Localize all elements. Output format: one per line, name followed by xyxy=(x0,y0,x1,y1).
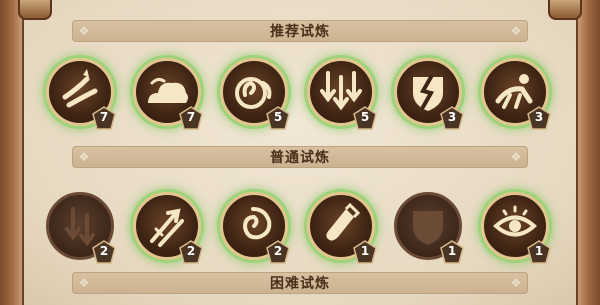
trial-medal[interactable]: 7 xyxy=(46,58,116,130)
section-title: 普通试炼 xyxy=(270,150,330,166)
section-header-normal: ❖ 普通试炼 ❖ xyxy=(72,146,528,168)
section-header-hard: ❖ 困难试炼 ❖ xyxy=(72,272,528,294)
trial-medal[interactable]: 3 xyxy=(481,58,551,130)
ornament-icon: ❖ xyxy=(510,276,522,290)
level-badge: 1 xyxy=(440,240,464,264)
trial-medal[interactable]: 2 xyxy=(220,192,290,264)
ornament-icon: ❖ xyxy=(78,276,90,290)
ornament-icon: ❖ xyxy=(78,150,90,164)
section-header-recommended: ❖ 推荐试炼 ❖ xyxy=(72,20,528,42)
level-badge: 5 xyxy=(266,106,290,130)
level-badge: 3 xyxy=(527,106,551,130)
section-title: 困难试炼 xyxy=(270,276,330,292)
ornament-icon: ❖ xyxy=(78,24,90,38)
level-badge: 2 xyxy=(92,240,116,264)
trial-medal[interactable]: 5 xyxy=(307,58,377,130)
ornament-icon: ❖ xyxy=(510,150,522,164)
trial-medal[interactable]: 7 xyxy=(133,58,203,130)
level-badge: 7 xyxy=(179,106,203,130)
level-badge: 3 xyxy=(440,106,464,130)
trial-medal[interactable]: 1 xyxy=(481,192,551,264)
level-badge: 2 xyxy=(179,240,203,264)
ornament-icon: ❖ xyxy=(510,24,522,38)
frame-ornament-right xyxy=(548,0,582,20)
trial-medal[interactable]: 2 xyxy=(133,192,203,264)
level-badge: 1 xyxy=(527,240,551,264)
level-badge: 7 xyxy=(92,106,116,130)
trial-medal[interactable]: 1 xyxy=(394,192,464,264)
level-badge: 2 xyxy=(266,240,290,264)
trial-medal[interactable]: 1 xyxy=(307,192,377,264)
frame-ornament-left xyxy=(18,0,52,20)
level-badge: 1 xyxy=(353,240,377,264)
trial-medal[interactable]: 3 xyxy=(394,58,464,130)
recommended-trials-row: 7 7 5 5 3 3 xyxy=(0,58,600,138)
section-title: 推荐试炼 xyxy=(270,24,330,40)
normal-trials-row: 2 2 2 1 1 1 xyxy=(0,192,600,272)
trial-medal[interactable]: 2 xyxy=(46,192,116,264)
trial-medal[interactable]: 5 xyxy=(220,58,290,130)
level-badge: 5 xyxy=(353,106,377,130)
